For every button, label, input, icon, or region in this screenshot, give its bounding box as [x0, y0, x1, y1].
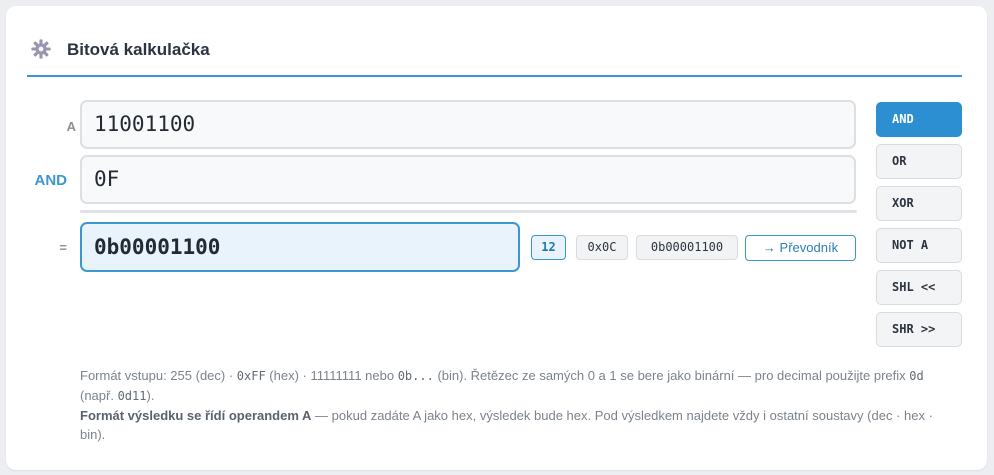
gear-icon	[31, 39, 51, 59]
output-format-help: Formát výsledku se řídí operandem A — po…	[80, 408, 933, 442]
result-output[interactable]: 0b00001100	[80, 222, 520, 272]
op-shl-button[interactable]: SHL <<	[876, 270, 962, 305]
result-divider	[80, 210, 857, 213]
operations-panel: AND OR XOR NOT A SHL << SHR >>	[876, 102, 962, 354]
op-xor-button[interactable]: XOR	[876, 186, 962, 221]
op-not-a-button[interactable]: NOT A	[876, 228, 962, 263]
op-shr-button[interactable]: SHR >>	[876, 312, 962, 347]
operator-label: AND	[34, 172, 68, 189]
calculator-card: Bitová kalkulačka A 11001100 AND 0F = 0b…	[6, 6, 987, 470]
operand-a-label: A	[66, 119, 76, 134]
operand-b-input[interactable]: 0F	[80, 155, 856, 204]
op-and-button[interactable]: AND	[876, 102, 962, 137]
result-dec-badge: 12	[531, 235, 566, 260]
result-bin-badge: 0b00001100	[636, 235, 738, 260]
result-hex-badge: 0x0C	[576, 235, 628, 260]
operand-a-input[interactable]: 11001100	[80, 100, 856, 149]
equals-label: =	[59, 240, 67, 255]
card-header: Bitová kalkulačka	[27, 34, 962, 77]
help-text: Formát vstupu: 255 (dec) · 0xFF (hex) · …	[80, 366, 940, 444]
op-or-button[interactable]: OR	[876, 144, 962, 179]
page-title: Bitová kalkulačka	[67, 40, 210, 59]
converter-button[interactable]: → Převodník	[745, 235, 856, 261]
input-format-help: Formát vstupu: 255 (dec) · 0xFF (hex) · …	[80, 368, 924, 403]
